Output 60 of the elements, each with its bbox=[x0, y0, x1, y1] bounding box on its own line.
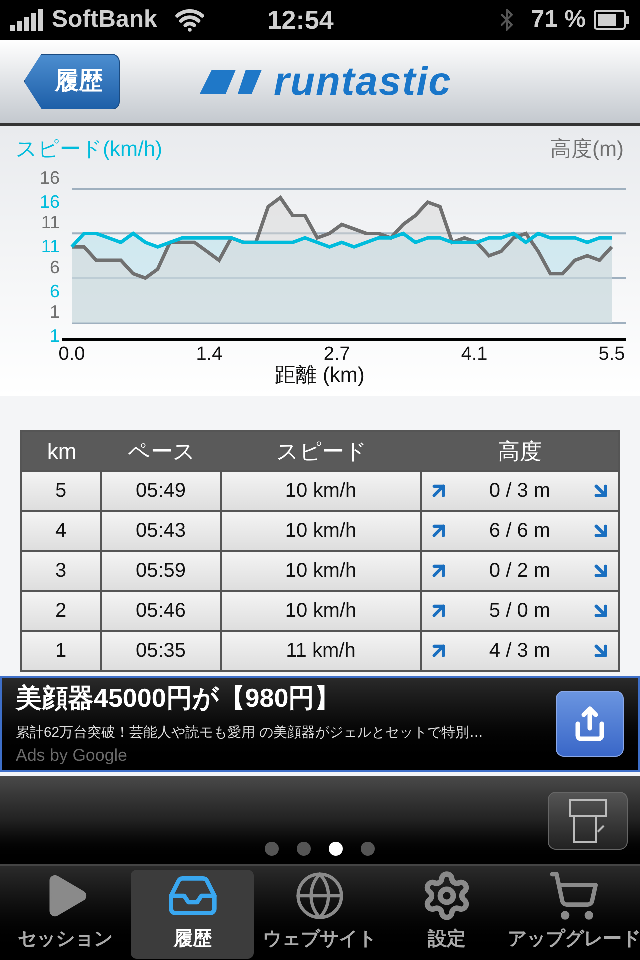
column-header: スピード bbox=[276, 438, 368, 466]
table-cell-text: 0 / 3 m bbox=[488, 479, 552, 504]
ad-body: 累計62万台突破！芸能人や読モも愛用 の美顔器がジェルとセットで特別… bbox=[16, 723, 484, 742]
status-time: 12:54 bbox=[267, 4, 334, 36]
window-layout-icon bbox=[568, 798, 608, 844]
table-cell-text: 4 / 3 m bbox=[488, 639, 552, 664]
table-cell-text: 05:46 bbox=[136, 599, 186, 624]
x-tick-label: 2.7 bbox=[324, 344, 350, 365]
cart-icon bbox=[548, 870, 600, 922]
table-cell-text: 2 bbox=[55, 599, 67, 624]
tab-bar-item[interactable]: ウェブサイト bbox=[258, 870, 382, 958]
x-tick-label: 0.0 bbox=[58, 344, 86, 365]
speed-axis-title: スピード(km/h) bbox=[16, 138, 162, 161]
ad-banner[interactable]: 美顔器45000円が【980円】 累計62万台突破！芸能人や読モも愛用 の美顔器がジェルとセットで特別… Ads by Google bbox=[0, 676, 640, 772]
table-cell-text: 10 km/h bbox=[285, 519, 357, 544]
x-tick-label: 5.5 bbox=[598, 344, 626, 365]
column-header: ペース bbox=[127, 438, 197, 466]
table-cell-text: 11 km/h bbox=[286, 639, 356, 664]
altitude-tick-label: 16 bbox=[40, 168, 60, 188]
table-cell-text: 6 / 6 m bbox=[488, 519, 552, 544]
table-cell-text: 05:43 bbox=[136, 519, 186, 544]
altitude-axis-title: 高度(m) bbox=[550, 138, 624, 161]
battery-percent: 71 % bbox=[531, 5, 586, 35]
tab-bar-item[interactable]: 設定 bbox=[386, 870, 509, 958]
x-tick-label: 4.1 bbox=[461, 344, 488, 365]
tab-bar-item[interactable]: 履歴 bbox=[131, 870, 254, 958]
speed-tick-label: 6 bbox=[50, 281, 60, 302]
altitude-tick-label: 11 bbox=[41, 212, 60, 233]
back-button[interactable]: 履歴 bbox=[24, 54, 120, 110]
table-cell-text: 0 / 2 m bbox=[488, 559, 552, 584]
x-tick-label: 1.4 bbox=[196, 344, 223, 365]
table-cell-text: 5 / 0 m bbox=[488, 599, 552, 624]
column-header: 高度 bbox=[497, 438, 543, 466]
layout-button[interactable] bbox=[548, 792, 628, 850]
table-cell-text: 3 bbox=[55, 559, 67, 584]
table-cell-text: 5 bbox=[55, 479, 67, 504]
speed-tick-label: 1 bbox=[50, 326, 60, 346]
table-cell-text: 05:49 bbox=[136, 479, 186, 504]
speed-tick-label: 11 bbox=[41, 236, 60, 257]
table-cell-text: 10 km/h bbox=[285, 599, 357, 624]
altitude-tick-label: 6 bbox=[50, 257, 60, 278]
ad-open-button[interactable] bbox=[556, 691, 624, 757]
table-cell-text: 1 bbox=[55, 639, 67, 664]
x-axis-title: 距離 (km) bbox=[275, 364, 365, 387]
signal-icon bbox=[10, 9, 46, 31]
table-cell-text: 05:35 bbox=[136, 639, 186, 664]
table-cell-text: 05:59 bbox=[136, 559, 186, 584]
tab-bar-item[interactable]: セッション bbox=[4, 870, 128, 958]
ad-title: 美顔器45000円が【980円】 bbox=[16, 682, 342, 716]
ad-attribution: Ads by Google bbox=[16, 745, 129, 768]
table-cell-text: 4 bbox=[55, 519, 67, 544]
logo-text: runtastic bbox=[274, 58, 452, 106]
column-header: km bbox=[46, 438, 78, 466]
carrier-name: SoftBank bbox=[52, 5, 158, 35]
table-cell-text: 10 km/h bbox=[285, 559, 357, 584]
speed-tick-label: 16 bbox=[40, 192, 60, 212]
globe-icon bbox=[294, 870, 346, 922]
altitude-tick-label: 1 bbox=[50, 302, 60, 322]
table-cell-text: 10 km/h bbox=[285, 479, 357, 504]
battery-icon bbox=[594, 10, 630, 30]
